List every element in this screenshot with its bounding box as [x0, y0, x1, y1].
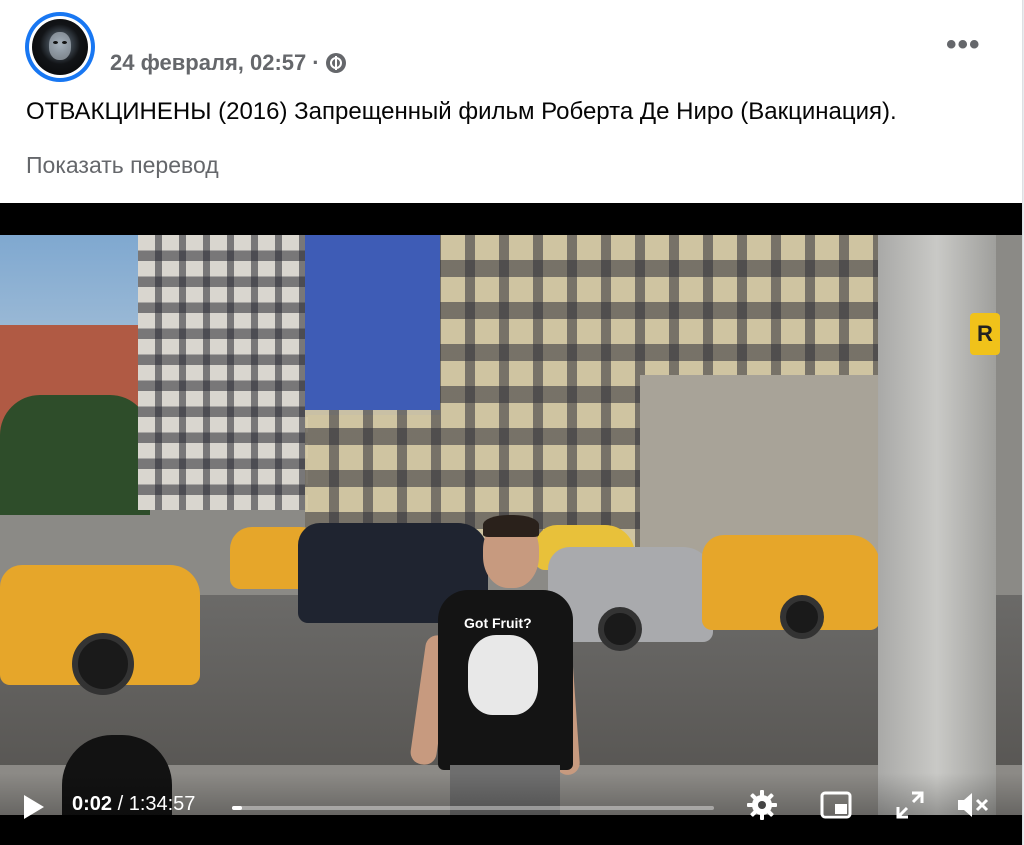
pole-sign: R [970, 313, 1000, 355]
play-icon[interactable] [24, 795, 44, 819]
current-time: 0:02 [72, 793, 113, 815]
show-translation-link[interactable]: Показать перевод [26, 152, 219, 179]
post-meta: 24 февраля, 02:57 · [110, 50, 346, 76]
more-options-button[interactable]: ••• [946, 28, 981, 62]
shirt-text: Got Fruit? [464, 615, 532, 631]
time-separator: / [112, 793, 129, 815]
mute-icon[interactable] [954, 787, 990, 823]
meta-separator: · [312, 50, 320, 75]
progress-bar[interactable] [232, 806, 714, 810]
video-time: 0:02 / 1:34:57 [72, 793, 195, 816]
globe-icon[interactable] [325, 53, 346, 73]
profile-avatar[interactable] [25, 12, 95, 82]
video-player[interactable]: Got Fruit? R 0:02 / 1:34:57 [0, 203, 1022, 845]
avatar-image [32, 19, 88, 75]
post-text: ОТВАКЦИНЕНЫ (2016) Запрещенный фильм Роб… [26, 98, 897, 125]
post-card: 24 февраля, 02:57 · ••• ОТВАКЦИНЕНЫ (201… [0, 0, 1023, 845]
settings-gear-icon[interactable] [744, 787, 780, 823]
pip-icon[interactable] [818, 787, 854, 823]
post-timestamp[interactable]: 24 февраля, 02:57 [110, 50, 306, 76]
video-controls: 0:02 / 1:34:57 [0, 773, 1022, 845]
duration: 1:34:57 [128, 793, 196, 815]
fullscreen-icon[interactable] [892, 787, 928, 823]
video-frame: Got Fruit? R [0, 235, 1022, 815]
progress-fill [232, 806, 242, 810]
